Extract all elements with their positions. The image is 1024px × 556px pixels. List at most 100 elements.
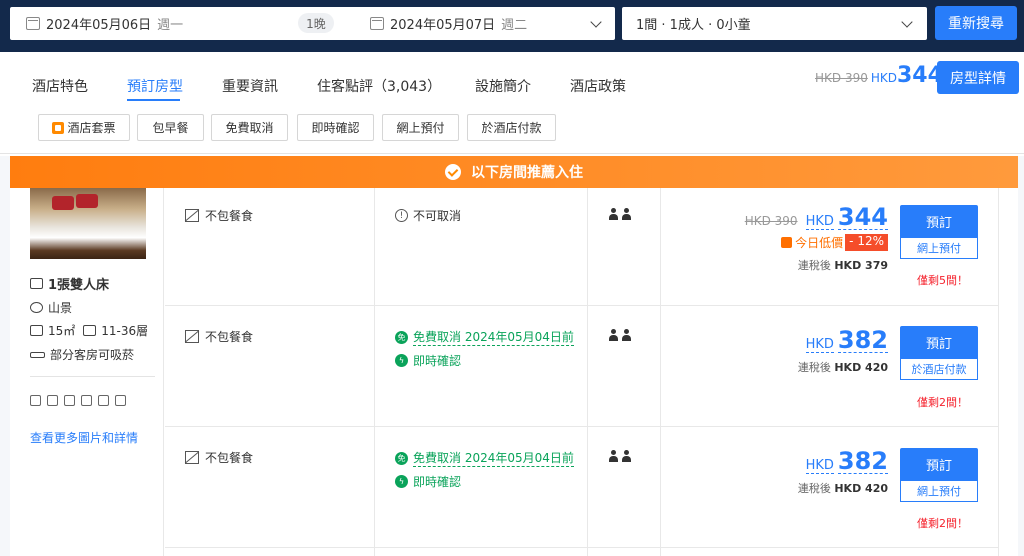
meal-info: 不包餐食 xyxy=(185,328,253,345)
price-value[interactable]: 382 xyxy=(837,449,888,474)
cancel-policy: 免 免費取消 2024年05月04日前 xyxy=(395,328,574,346)
tab-hotel-policy[interactable]: 酒店政策 xyxy=(570,76,626,96)
rooms-left: 僅剩2間！ xyxy=(917,396,968,409)
checkin-weekday: 週一 xyxy=(157,18,184,33)
pillow-shape xyxy=(76,194,98,208)
more-photos-link[interactable]: 查看更多圖片和詳情 xyxy=(30,429,138,446)
confirm-label: 即時確認 xyxy=(413,354,462,368)
low-price-label: 今日低價 xyxy=(795,236,844,250)
checkout-date: 2024年05月07日 xyxy=(390,18,496,33)
tax-value: HKD 379 xyxy=(834,259,888,272)
filter-label: 包早餐 xyxy=(152,121,189,135)
view-icon xyxy=(30,302,43,313)
price-block: HKD 382 連稅後 HKD 420 xyxy=(798,328,888,375)
cancel-label[interactable]: 免費取消 2024年05月04日前 xyxy=(413,328,574,346)
pillow-shape xyxy=(52,196,74,210)
person-icon xyxy=(622,329,631,341)
person-icon xyxy=(609,329,618,341)
tab-important-info[interactable]: 重要資訊 xyxy=(222,76,278,96)
building-icon xyxy=(83,325,97,336)
filter-label: 即時確認 xyxy=(311,121,360,135)
price-block: HKD 382 連稅後 HKD 420 xyxy=(798,449,888,496)
rate-row: 不包餐食 免 免費取消 2024年05月04日前 ϟ 即時確認 HKD 382 … xyxy=(165,306,998,427)
book-label[interactable]: 預訂 xyxy=(900,326,978,358)
price-currency: HKD xyxy=(805,337,834,353)
amenity-icon xyxy=(47,395,58,406)
room-photo[interactable] xyxy=(30,188,146,259)
meal-info: 不包餐食 xyxy=(185,207,253,224)
rooms-left: 僅剩5間！ xyxy=(917,274,968,287)
tax-label: 連稅後 xyxy=(797,361,831,374)
payment-type: 於酒店付款 xyxy=(900,358,978,380)
room-card: 1張雙人床 山景 15㎡ 11-36層 部分客房可吸菸 查看更多圖片和詳情 不包… xyxy=(10,188,1018,556)
occupancy-icons xyxy=(609,450,631,462)
price-old: HKD 390 xyxy=(744,214,798,228)
checkout-field[interactable]: 2024年05月07日 週二 xyxy=(370,14,527,33)
column-divider xyxy=(998,188,999,556)
package-icon xyxy=(52,121,65,134)
book-button[interactable]: 預訂 網上預付 xyxy=(900,448,978,502)
room-details-button[interactable]: 房型詳情 xyxy=(937,61,1019,94)
filter-label: 免費取消 xyxy=(225,121,274,135)
occupancy-icons xyxy=(609,329,631,341)
tab-facilities[interactable]: 設施簡介 xyxy=(475,76,531,96)
amenity-icon xyxy=(81,395,92,406)
price-currency: HKD xyxy=(805,214,834,230)
header-price-old: HKD 390 xyxy=(815,71,868,85)
payment-type: 網上預付 xyxy=(900,480,978,502)
filter-hotel-package[interactable]: 酒店套票 xyxy=(38,114,130,141)
chevron-down-icon[interactable] xyxy=(590,16,602,28)
column-divider xyxy=(163,188,164,556)
search-bar: 2024年05月06日 週一 1晚 2024年05月07日 週二 1間 · 1成… xyxy=(0,0,1024,52)
price-value[interactable]: 344 xyxy=(837,205,888,230)
room-info: 1張雙人床 山景 15㎡ 11-36層 部分客房可吸菸 查看更多圖片和詳情 xyxy=(10,188,165,556)
book-button[interactable]: 預訂 於酒店付款 xyxy=(900,326,978,380)
bed-label: 1張雙人床 xyxy=(48,278,110,293)
checkin-field[interactable]: 2024年05月06日 週一 xyxy=(26,14,183,33)
book-button[interactable]: 預訂 網上預付 xyxy=(900,205,978,259)
view-label: 山景 xyxy=(48,301,73,315)
meal-label: 不包餐食 xyxy=(205,209,254,223)
amenity-icon xyxy=(30,395,41,406)
date-range-field[interactable]: 2024年05月06日 週一 1晚 2024年05月07日 週二 xyxy=(10,7,615,40)
tab-hotel-features[interactable]: 酒店特色 xyxy=(32,76,88,96)
tax-price: 連稅後 HKD 379 xyxy=(745,257,888,273)
guests-select[interactable]: 1間 · 1成人 · 0小童 xyxy=(622,7,927,40)
cancel-label[interactable]: 免費取消 2024年05月04日前 xyxy=(413,449,574,467)
divider xyxy=(30,376,155,377)
instant-confirm: ϟ 即時確認 xyxy=(395,473,461,490)
book-label[interactable]: 預訂 xyxy=(900,205,978,237)
chevron-down-icon[interactable] xyxy=(901,16,913,28)
tab-guest-reviews[interactable]: 住客點評（3,043） xyxy=(317,76,441,96)
filter-breakfast[interactable]: 包早餐 xyxy=(137,114,204,141)
info-icon: ! xyxy=(395,209,408,222)
cancel-label: 不可取消 xyxy=(413,209,462,223)
tax-price: 連稅後 HKD 420 xyxy=(798,480,888,496)
check-circle-icon xyxy=(445,164,461,180)
filter-pay-at-hotel[interactable]: 於酒店付款 xyxy=(467,114,556,141)
price-value[interactable]: 382 xyxy=(837,328,888,353)
checkin-date: 2024年05月06日 xyxy=(46,18,152,33)
bed-icon xyxy=(30,278,43,289)
confirm-label: 即時確認 xyxy=(413,475,462,489)
calendar-icon xyxy=(26,17,40,30)
filter-label: 於酒店付款 xyxy=(481,121,542,135)
header-price-currency: HKD xyxy=(870,71,897,85)
filter-free-cancel[interactable]: 免費取消 xyxy=(211,114,288,141)
tax-value: HKD 420 xyxy=(834,482,888,495)
book-label[interactable]: 預訂 xyxy=(900,448,978,480)
active-tab-underline xyxy=(127,99,180,101)
lightning-icon: ϟ xyxy=(395,354,408,367)
size-icon xyxy=(30,325,43,336)
filter-prepay-online[interactable]: 網上預付 xyxy=(382,114,459,141)
filter-instant-confirm[interactable]: 即時確認 xyxy=(297,114,374,141)
tax-label: 連稅後 xyxy=(797,482,831,495)
guests-value: 1間 · 1成人 · 0小童 xyxy=(636,18,751,33)
rate-row: 不包餐食 免 免費取消 2024年05月04日前 ϟ 即時確認 HKD 382 … xyxy=(165,427,998,548)
payment-type: 網上預付 xyxy=(900,237,978,259)
tab-book-rooms[interactable]: 預訂房型 xyxy=(127,76,183,96)
search-button[interactable]: 重新搜尋 xyxy=(935,6,1017,40)
free-cancel-icon: 免 xyxy=(395,330,408,344)
smoking-icon xyxy=(30,351,45,358)
floor-label: 11-36層 xyxy=(101,324,149,338)
